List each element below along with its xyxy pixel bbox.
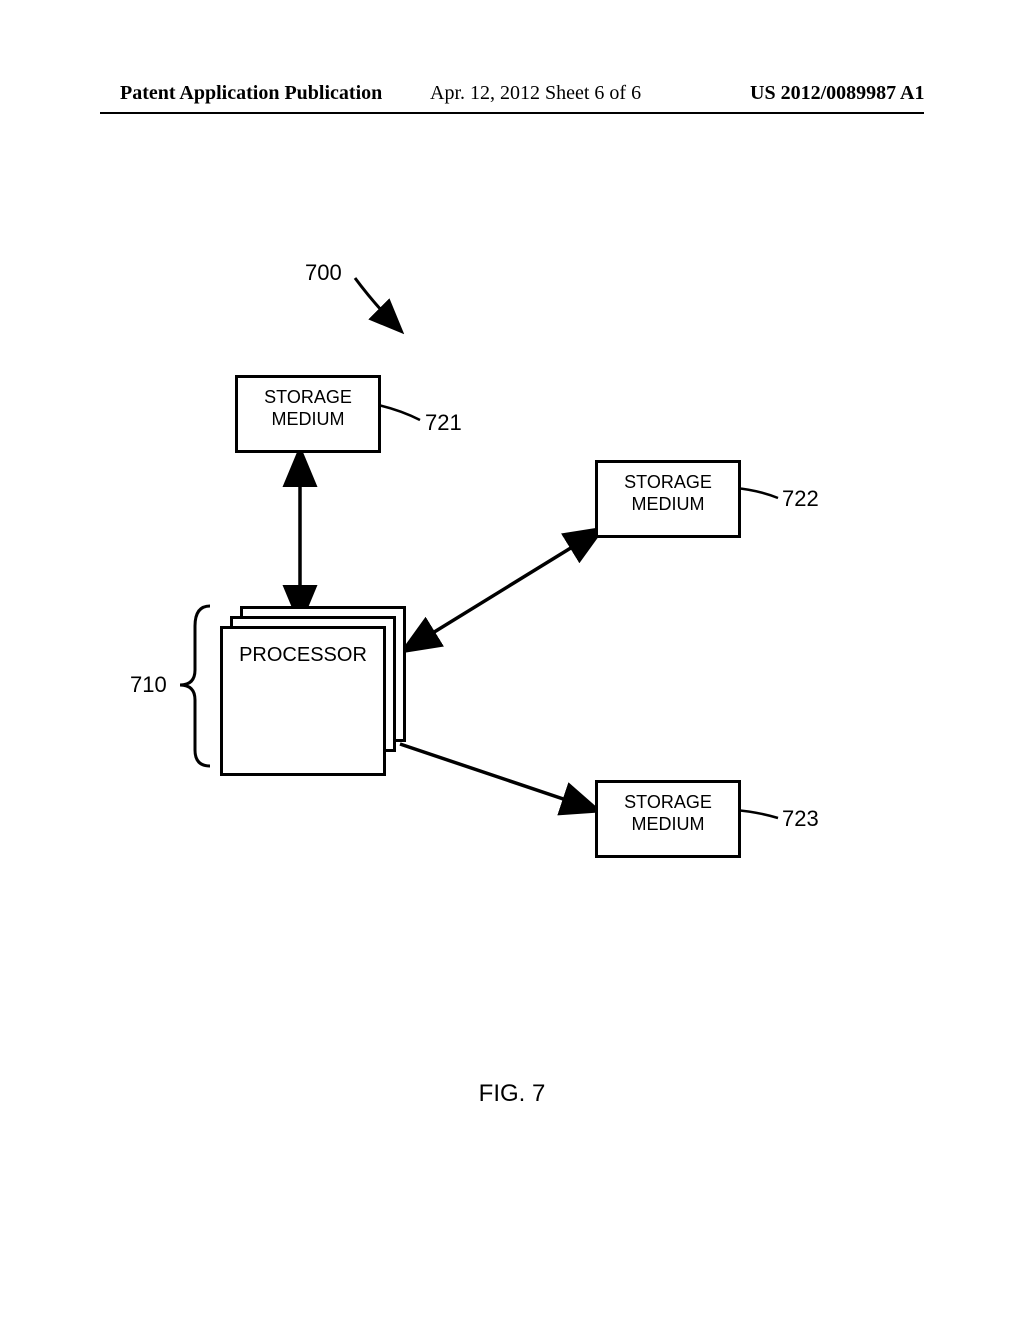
- processor-box-front: PROCESSOR: [220, 626, 386, 776]
- header-rule: [100, 112, 924, 114]
- ref-722-label: 722: [782, 486, 819, 512]
- storage-medium-721: STORAGEMEDIUM: [235, 375, 381, 453]
- storage-722-text: STORAGEMEDIUM: [624, 472, 712, 514]
- page: Patent Application Publication Apr. 12, …: [0, 0, 1024, 1320]
- storage-medium-723: STORAGEMEDIUM: [595, 780, 741, 858]
- ref-721-label: 721: [425, 410, 462, 436]
- storage-721-text: STORAGEMEDIUM: [264, 387, 352, 429]
- header-mid: Apr. 12, 2012 Sheet 6 of 6: [430, 82, 641, 105]
- ref-723-label: 723: [782, 806, 819, 832]
- page-header: Patent Application Publication Apr. 12, …: [0, 82, 1024, 112]
- storage-medium-722: STORAGEMEDIUM: [595, 460, 741, 538]
- diagram-svg: [100, 250, 924, 950]
- ref-710-label: 710: [130, 672, 167, 698]
- processor-text: PROCESSOR: [239, 644, 367, 666]
- figure-diagram: 700 STORAGEMEDIUM 721 STORAGEMEDIUM 722 …: [100, 250, 924, 950]
- storage-723-text: STORAGEMEDIUM: [624, 792, 712, 834]
- ref-700-label: 700: [305, 260, 342, 286]
- header-left: Patent Application Publication: [120, 82, 382, 105]
- header-right: US 2012/0089987 A1: [750, 82, 924, 105]
- figure-label: FIG. 7: [0, 1080, 1024, 1108]
